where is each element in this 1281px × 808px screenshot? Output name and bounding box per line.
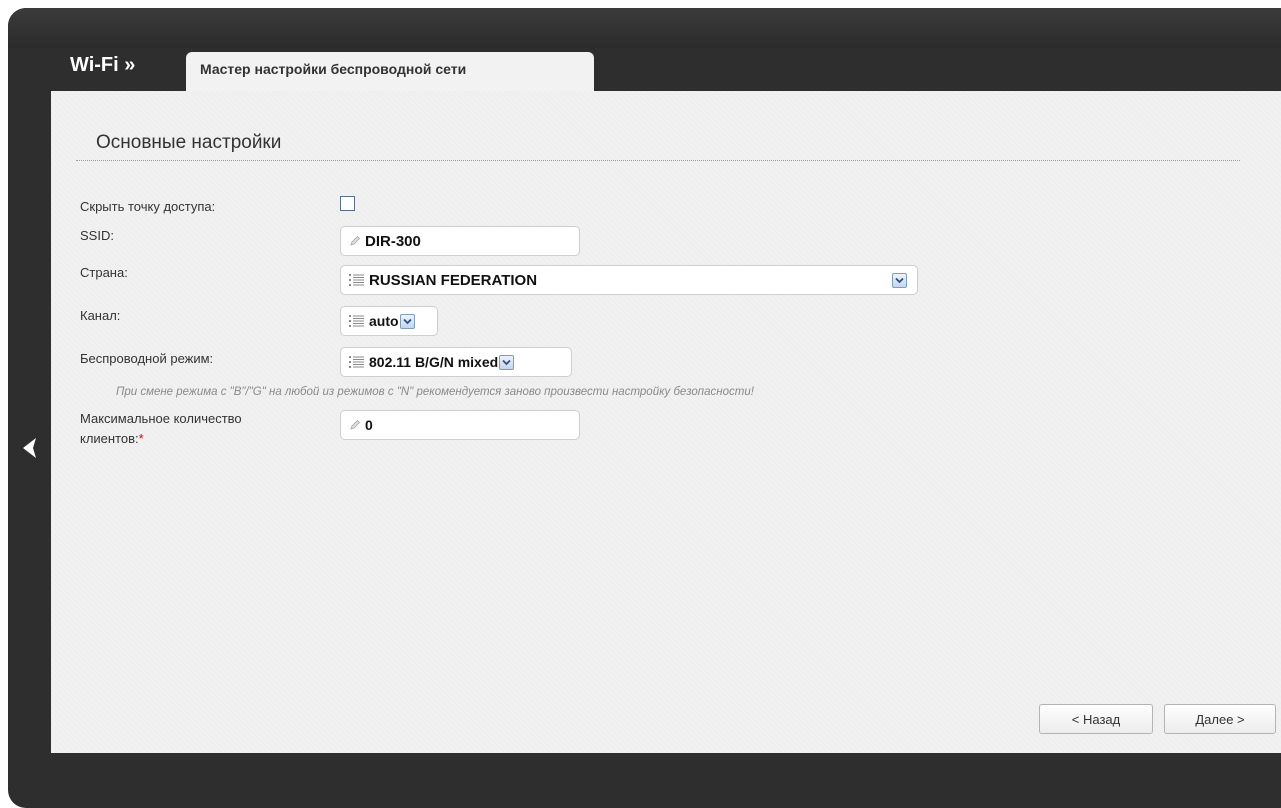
country-label: Страна: (80, 265, 128, 280)
mode-label: Беспроводной режим: (80, 351, 214, 366)
hide-ap-label: Скрыть точку доступа: (80, 199, 216, 214)
mode-hint: При смене режима с "B"/"G" на любой из р… (116, 386, 754, 398)
list-icon (349, 356, 364, 368)
ssid-value: DIR-300 (365, 232, 421, 250)
chevron-left-icon (23, 438, 36, 458)
max-clients-value: 0 (365, 417, 373, 433)
country-dropdown-button[interactable] (892, 273, 907, 288)
max-clients-label-line2: клиентов: (80, 431, 139, 446)
section-title: Wi-Fi » (70, 54, 136, 76)
country-select[interactable]: RUSSIAN FEDERATION (340, 265, 918, 295)
channel-value: auto (369, 313, 399, 329)
max-clients-label: Максимальное количество клиентов:* (80, 409, 242, 449)
frame-top-bar (8, 8, 1281, 48)
back-nav-button[interactable] (20, 436, 40, 460)
tab-wireless-wizard[interactable]: Мастер настройки беспроводной сети (186, 52, 594, 92)
required-mark: * (138, 431, 144, 446)
mode-select[interactable]: 802.11 B/G/N mixed (340, 347, 572, 377)
channel-label: Канал: (80, 308, 121, 323)
mode-value: 802.11 B/G/N mixed (369, 354, 499, 370)
group-title: Основные настройки (96, 132, 282, 153)
next-button[interactable]: Далее > (1164, 704, 1276, 734)
chevron-down-icon (402, 318, 412, 324)
pencil-icon (350, 235, 361, 246)
mode-dropdown-button[interactable] (499, 354, 515, 370)
ssid-input[interactable]: DIR-300 (340, 226, 580, 256)
group-divider (76, 160, 1240, 161)
list-icon (349, 274, 364, 286)
back-button[interactable]: < Назад (1039, 704, 1153, 734)
country-value: RUSSIAN FEDERATION (369, 271, 538, 289)
list-icon (349, 315, 364, 327)
channel-select[interactable]: auto (340, 306, 438, 336)
channel-dropdown-button[interactable] (399, 313, 415, 329)
chevron-down-icon (502, 359, 511, 365)
max-clients-label-line1: Максимальное количество (80, 411, 242, 426)
hide-ap-checkbox[interactable] (340, 196, 355, 211)
pencil-icon (350, 419, 361, 430)
chevron-down-icon (895, 277, 904, 284)
ssid-label: SSID: (80, 228, 114, 243)
max-clients-input[interactable]: 0 (340, 410, 580, 440)
